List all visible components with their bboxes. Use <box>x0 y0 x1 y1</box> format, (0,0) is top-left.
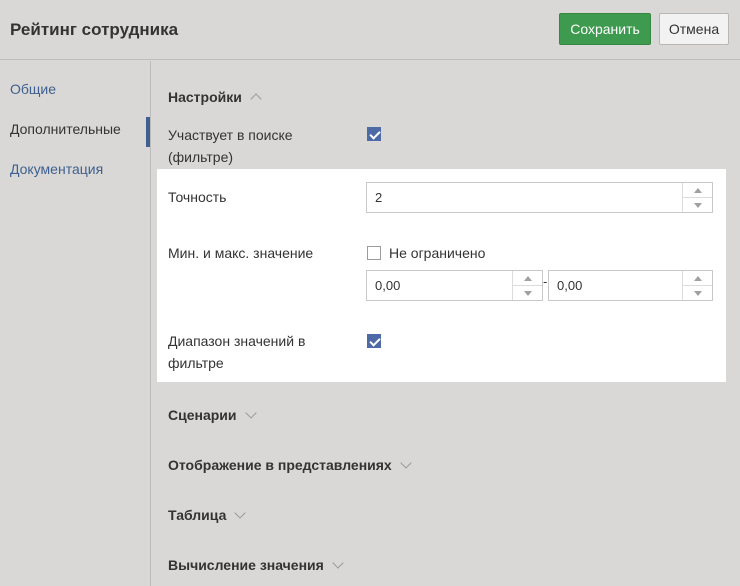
max-decrement-icon[interactable] <box>683 286 712 301</box>
chevron-down-icon <box>244 407 257 419</box>
precision-input[interactable]: 2 <box>366 182 713 213</box>
precision-increment-icon[interactable] <box>683 183 712 198</box>
minmax-label: Мин. и макс. значение <box>168 245 314 261</box>
range-separator: - <box>543 274 548 289</box>
max-value: 0,00 <box>557 278 583 293</box>
participates-label: Участвует в поиске (фильтре) <box>168 127 293 165</box>
min-decrement-icon[interactable] <box>513 286 542 301</box>
precision-stepper <box>682 183 712 212</box>
chevron-down-icon <box>332 557 344 569</box>
section-scenarios-toggle[interactable]: Сценарии <box>168 407 257 423</box>
section-settings-toggle[interactable]: Настройки <box>168 89 262 105</box>
chevron-down-icon <box>234 507 247 519</box>
section-calculation-title: Вычисление значения <box>168 557 324 573</box>
section-table-toggle[interactable]: Таблица <box>168 507 247 523</box>
min-increment-icon[interactable] <box>513 271 542 286</box>
section-views-toggle[interactable]: Отображение в представлениях <box>168 457 412 473</box>
cancel-button[interactable]: Отмена <box>659 13 729 45</box>
sidebar-item-additional[interactable]: Дополнительные <box>10 121 121 137</box>
max-increment-icon[interactable] <box>683 271 712 286</box>
save-button[interactable]: Сохранить <box>559 13 651 45</box>
section-table-title: Таблица <box>168 507 227 523</box>
chevron-up-icon <box>250 93 262 105</box>
unlimited-checkbox[interactable] <box>367 246 381 260</box>
participates-checkbox[interactable] <box>367 127 381 141</box>
min-value-input[interactable]: 0,00 <box>366 270 543 301</box>
precision-decrement-icon[interactable] <box>683 198 712 213</box>
unlimited-label: Не ограничено <box>389 245 486 261</box>
max-value-input[interactable]: 0,00 <box>548 270 713 301</box>
active-nav-indicator <box>146 117 150 147</box>
precision-label: Точность <box>168 189 227 205</box>
section-scenarios-title: Сценарии <box>168 407 237 423</box>
range-filter-checkbox[interactable] <box>367 334 381 348</box>
precision-value: 2 <box>375 190 383 205</box>
chevron-down-icon <box>400 457 412 469</box>
min-value: 0,00 <box>375 278 401 293</box>
range-filter-label: Диапазон значений в фильтре <box>168 333 306 371</box>
max-value-stepper <box>682 271 712 300</box>
sidebar: Общие Дополнительные Документация <box>0 61 151 586</box>
section-calculation-toggle[interactable]: Вычисление значения <box>168 557 344 573</box>
page-title: Рейтинг сотрудника <box>10 20 179 39</box>
header: Рейтинг сотрудника Сохранить Отмена <box>0 0 740 60</box>
section-settings-title: Настройки <box>168 89 242 105</box>
sidebar-item-documentation[interactable]: Документация <box>10 161 103 177</box>
sidebar-item-general[interactable]: Общие <box>10 81 56 97</box>
min-value-stepper <box>512 271 542 300</box>
section-views-title: Отображение в представлениях <box>168 457 392 473</box>
